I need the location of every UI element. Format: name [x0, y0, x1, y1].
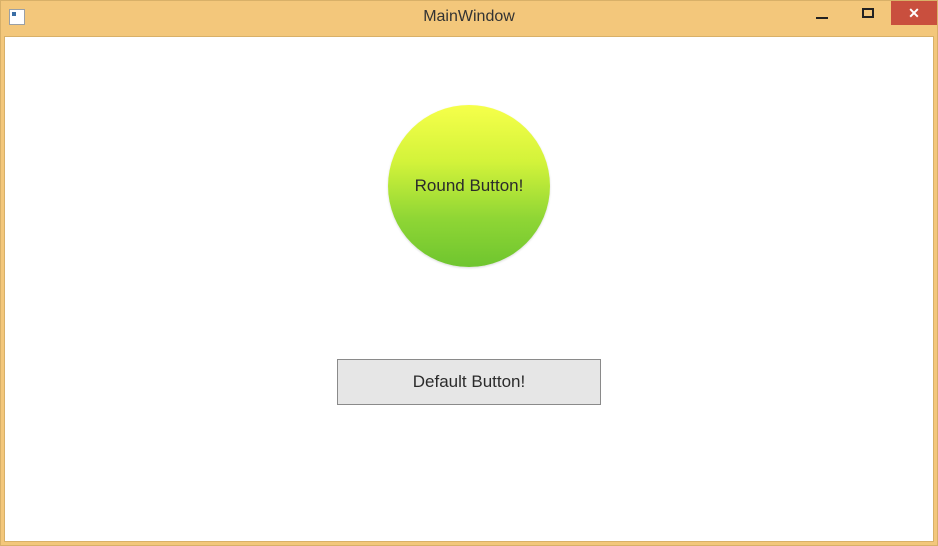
minimize-button[interactable]	[799, 1, 845, 25]
default-button[interactable]: Default Button!	[337, 359, 601, 405]
close-icon: ✕	[908, 6, 920, 20]
round-button-label: Round Button!	[415, 176, 524, 196]
maximize-button[interactable]	[845, 1, 891, 25]
app-icon	[9, 9, 25, 25]
minimize-icon	[816, 17, 828, 19]
maximize-icon	[862, 8, 874, 18]
default-button-label: Default Button!	[413, 372, 525, 392]
close-button[interactable]: ✕	[891, 1, 937, 25]
client-area: Round Button! Default Button!	[4, 36, 934, 542]
app-window: MainWindow ✕ Round Button! Default Butto…	[0, 0, 938, 546]
window-controls: ✕	[799, 1, 937, 33]
window-title: MainWindow	[423, 8, 515, 26]
titlebar[interactable]: MainWindow ✕	[1, 1, 937, 33]
round-button[interactable]: Round Button!	[388, 105, 550, 267]
